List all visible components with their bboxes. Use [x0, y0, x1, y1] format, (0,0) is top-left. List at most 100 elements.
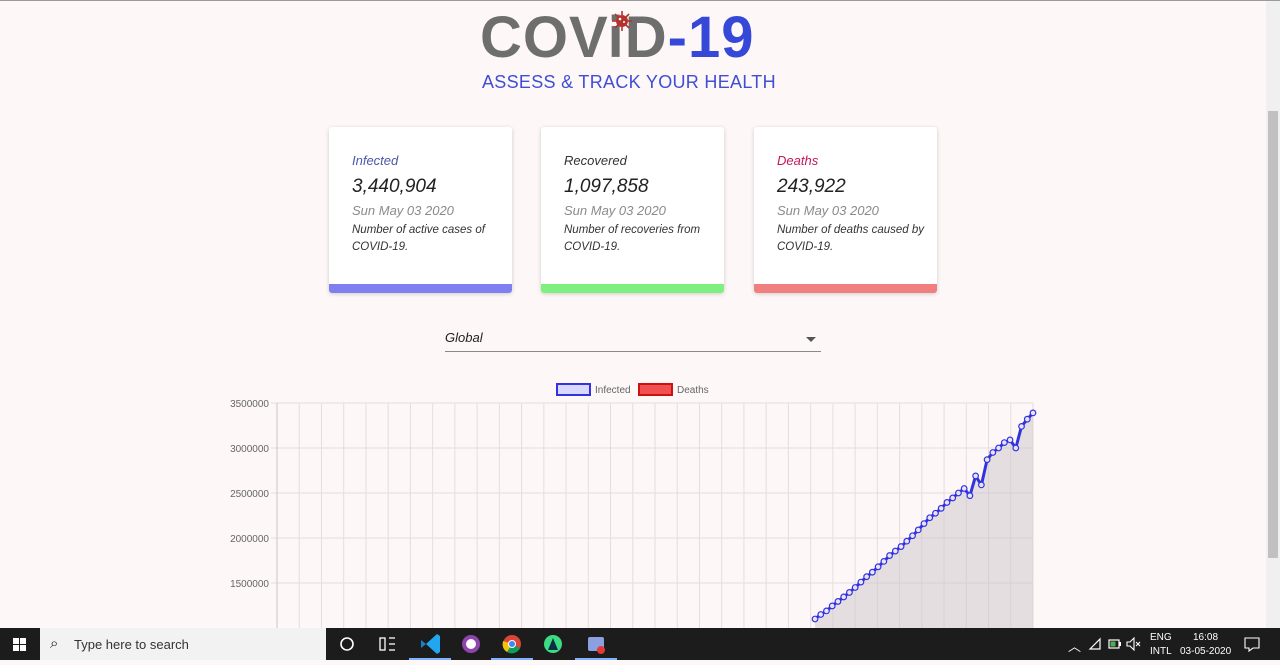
logo-part-cov: COV — [480, 5, 608, 70]
infected-point — [840, 593, 848, 601]
infected-point — [863, 573, 871, 581]
y-tick-label: 3000000 — [230, 444, 269, 455]
page-scrollbar[interactable] — [1266, 1, 1280, 628]
card-description: Number of recoveries from COVID-19. — [564, 224, 701, 253]
card-description: Number of deaths caused by COVID-19. — [777, 224, 925, 253]
infected-point — [955, 489, 962, 497]
chart-legend[interactable]: Infected Deaths — [556, 383, 709, 396]
virus-icon — [612, 11, 632, 31]
infected-point — [1029, 409, 1037, 417]
keyboard-layout[interactable]: INTL — [1150, 646, 1172, 657]
infected-point — [909, 532, 916, 540]
infected-point — [977, 481, 985, 489]
infected-point — [823, 607, 830, 615]
card-date: Sun May 03 2020 — [564, 203, 666, 218]
infected-point — [960, 485, 968, 492]
infected-point — [897, 543, 905, 550]
country-select-value: Global — [445, 330, 483, 345]
infected-point — [903, 537, 911, 545]
infected-point — [949, 494, 957, 502]
clock-time[interactable]: 16:08 — [1193, 632, 1218, 643]
infected-point — [1000, 439, 1008, 446]
show-hidden-icons-chevron-icon[interactable]: ︿ — [1068, 636, 1081, 655]
infected-point — [891, 547, 899, 555]
input-language[interactable]: ENG — [1150, 632, 1172, 643]
vscode-icon — [421, 634, 440, 654]
legend-deaths-swatch — [638, 383, 673, 396]
card-accent-bar — [754, 284, 937, 293]
y-axis-ticks: 3500000 3000000 2500000 2000000 1500000 — [230, 399, 269, 590]
y-tick-label: 3500000 — [230, 399, 269, 410]
infected-point — [817, 611, 825, 618]
infected-point — [972, 472, 980, 480]
volume-muted-icon[interactable] — [1126, 637, 1142, 651]
infected-point — [851, 584, 859, 591]
infected-point — [983, 456, 991, 464]
infected-point — [926, 514, 934, 522]
infected-point — [932, 509, 939, 517]
windows-taskbar: ⌕ Type here to search ︿ ENG INTL 16:08 0… — [0, 628, 1280, 660]
search-icon: ⌕ — [50, 635, 59, 652]
cortana-circle-icon — [340, 637, 354, 651]
logo-part-19: -19 — [667, 5, 755, 70]
task-view-icon — [379, 637, 395, 651]
android-studio-button[interactable] — [532, 628, 574, 660]
snipping-tool-button[interactable] — [575, 628, 617, 660]
y-tick-label: 2500000 — [230, 489, 269, 500]
y-tick-label: 2000000 — [230, 534, 269, 545]
notification-icon[interactable] — [1244, 636, 1260, 652]
country-select[interactable]: Global — [445, 328, 821, 352]
card-value: 3,440,904 — [352, 176, 437, 197]
logo-tagline: ASSESS & TRACK YOUR HEALTH — [482, 72, 776, 92]
taskbar-search-box[interactable]: ⌕ Type here to search — [40, 628, 326, 660]
infected-point — [937, 504, 945, 512]
infected-point — [868, 568, 876, 576]
card-date: Sun May 03 2020 — [777, 203, 879, 218]
infected-point — [920, 520, 928, 528]
android-studio-icon — [544, 635, 562, 653]
task-view-button[interactable] — [366, 628, 408, 660]
card-accent-bar — [329, 284, 512, 293]
legend-infected-swatch — [556, 383, 591, 396]
card-accent-bar — [541, 284, 724, 293]
cases-line-chart: 3500000 3000000 2500000 2000000 1500000 Infe… — [230, 383, 1037, 628]
chrome-icon — [502, 635, 521, 654]
infected-point — [1018, 423, 1025, 430]
legend-deaths-label: Deaths — [677, 385, 709, 396]
infected-point — [828, 602, 836, 610]
vscode-taskbar-button[interactable] — [409, 628, 451, 660]
search-placeholder: Type here to search — [74, 637, 189, 652]
recovered-card: Recovered 1,097,858 Sun May 03 2020 Numb… — [541, 127, 724, 293]
dropdown-arrow-icon[interactable] — [806, 337, 816, 342]
infected-point — [811, 615, 819, 623]
infected-point — [989, 449, 997, 456]
github-desktop-button[interactable] — [450, 628, 492, 660]
infected-point — [914, 526, 922, 534]
infected-point — [880, 557, 888, 565]
infected-point — [966, 492, 974, 500]
infected-card: Infected 3,440,904 Sun May 03 2020 Numbe… — [329, 127, 512, 293]
card-value: 1,097,858 — [564, 176, 649, 197]
infected-point — [943, 499, 951, 506]
cortana-button[interactable] — [326, 628, 368, 660]
card-title: Recovered — [564, 153, 627, 168]
legend-infected-label: Infected — [595, 385, 631, 396]
snipping-tool-icon — [588, 637, 605, 654]
card-title: Infected — [352, 153, 399, 168]
battery-icon[interactable] — [1108, 638, 1122, 650]
card-title: Deaths — [777, 153, 819, 168]
infected-point — [874, 563, 882, 571]
chrome-taskbar-button[interactable] — [491, 628, 533, 660]
infected-point — [857, 578, 865, 586]
covid-logo: COViD-19 ASSESS & TRACK YOUR HEALTH — [480, 6, 790, 96]
github-desktop-icon — [462, 635, 480, 653]
windows-start-button[interactable] — [0, 628, 40, 660]
scrollbar-thumb[interactable] — [1268, 111, 1278, 558]
clock-date[interactable]: 03-05-2020 — [1180, 646, 1231, 657]
infected-point — [1023, 415, 1031, 423]
card-value: 243,922 — [777, 176, 846, 197]
wifi-icon[interactable] — [1088, 637, 1102, 651]
chart-series — [811, 409, 1037, 628]
y-tick-label: 1500000 — [230, 579, 269, 590]
infected-point — [1006, 436, 1014, 444]
